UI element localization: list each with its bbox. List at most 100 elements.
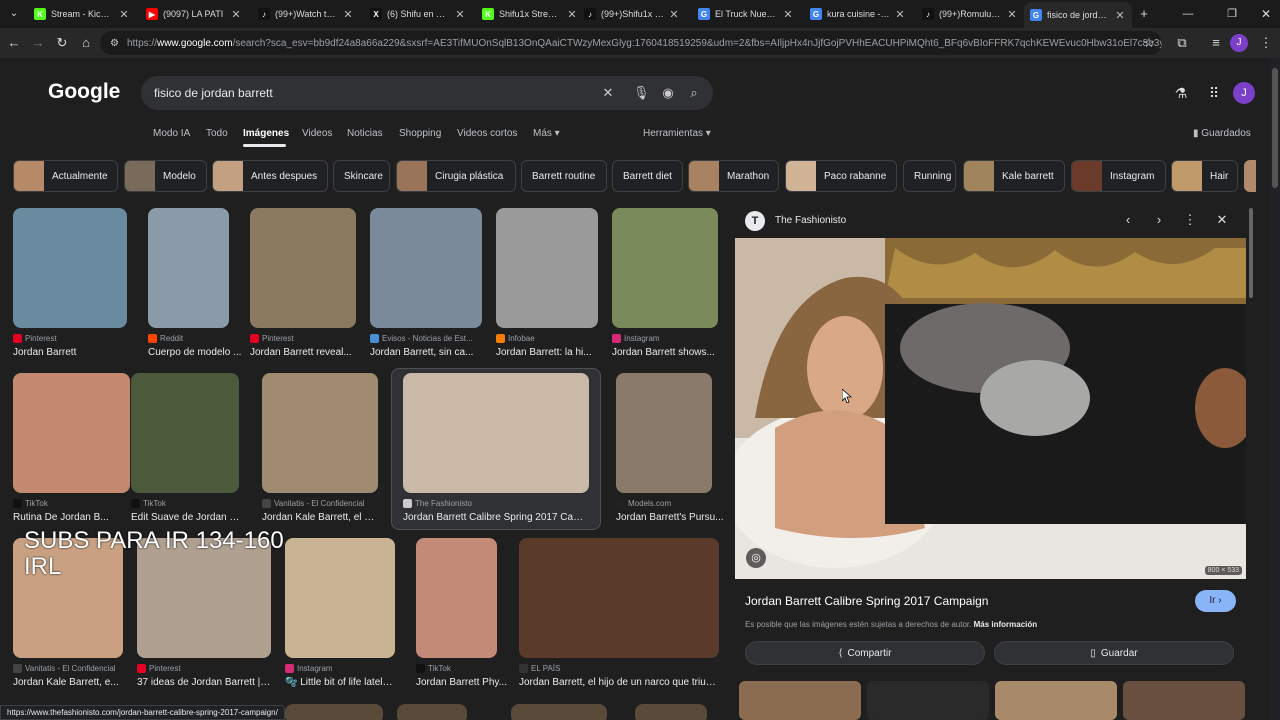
image-source[interactable]: Instagram — [612, 334, 660, 343]
browser-tab[interactable]: Gkura cuisine - Bus ✕ — [804, 2, 912, 26]
image-result[interactable] — [397, 704, 467, 720]
saved-button[interactable]: ▮ Guardados — [1193, 128, 1251, 139]
tab-close-icon[interactable]: ✕ — [1114, 9, 1126, 22]
extensions-icon[interactable]: ⧉ — [1172, 33, 1192, 53]
image-title[interactable]: 🫧 Little bit of life lately... — [285, 677, 395, 688]
image-source[interactable]: TikTok — [131, 499, 166, 508]
browser-tab[interactable]: ♪ (99+)Romulus Gra ✕ — [916, 2, 1024, 26]
tab-close-icon[interactable]: ✕ — [454, 8, 466, 21]
filter-short-videos[interactable]: Videos cortos — [457, 128, 517, 139]
image-result[interactable] — [612, 208, 718, 328]
lens-icon[interactable]: ◎ — [746, 548, 766, 568]
site-info-icon[interactable]: ⚙ — [110, 38, 119, 49]
browser-tab[interactable]: G El Truck Nuestro C ✕ — [692, 2, 800, 26]
image-source[interactable]: Infobae — [496, 334, 535, 343]
image-title[interactable]: 37 ideas de Jordan Barrett | ... — [137, 677, 271, 688]
search-icon[interactable]: ⌕ — [686, 85, 702, 101]
save-button[interactable]: ▯ Guardar — [994, 641, 1234, 665]
more-info-link[interactable]: Más información — [974, 620, 1038, 629]
next-image-icon[interactable]: › — [1150, 211, 1168, 229]
labs-icon[interactable]: ⚗ — [1170, 82, 1192, 104]
browser-tab[interactable]: ♪ (99+)Shifu1x (@sl ✕ — [578, 2, 686, 26]
image-source[interactable]: Instagram — [285, 664, 333, 673]
refinement-chip[interactable]: Antes despues — [212, 160, 328, 192]
image-title[interactable]: Jordan Barrett Phy... — [416, 677, 526, 688]
refinement-chip[interactable]: Cirugia plástica — [396, 160, 516, 192]
image-source[interactable]: EL PAÍS — [519, 664, 560, 673]
account-avatar[interactable]: J — [1233, 82, 1255, 104]
visit-button[interactable]: Ir › — [1195, 590, 1236, 612]
refinement-chip[interactable]: Barrett diet — [612, 160, 683, 192]
image-title[interactable]: Jordan Barrett: la hi... — [496, 347, 606, 358]
image-title[interactable]: Jordan Barrett's Pursu... — [616, 512, 726, 523]
refinement-chip[interactable]: Marathon — [688, 160, 779, 192]
tab-close-icon[interactable]: ✕ — [230, 8, 242, 21]
restore-icon[interactable]: ❐ — [1222, 4, 1242, 24]
forward-icon[interactable]: → — [28, 33, 48, 53]
image-result[interactable] — [635, 704, 707, 720]
google-logo[interactable]: Google — [48, 80, 120, 104]
tab-close-icon[interactable]: ✕ — [1006, 8, 1018, 21]
browser-tab[interactable]: K Stream - Kick Da ✕ — [28, 2, 136, 26]
address-bar[interactable]: ⚙ https://www.google.com/search?sca_esv=… — [100, 31, 1162, 55]
image-title[interactable]: Jordan Barrett, el hijo de un narco que … — [519, 677, 719, 688]
image-result[interactable] — [370, 208, 482, 328]
lens-search-icon[interactable]: ◉ — [660, 85, 676, 101]
tab-search-icon[interactable]: ⌄ — [4, 4, 24, 24]
image-source[interactable]: Vanitatis - El Confidencial — [262, 499, 365, 508]
search-query[interactable]: fisico de jordan barrett — [154, 86, 273, 100]
related-image[interactable] — [1123, 681, 1245, 720]
image-source[interactable]: Pinterest — [137, 664, 181, 673]
page-scrollbar[interactable] — [1270, 58, 1280, 720]
image-source[interactable]: Evisos - Noticias de Est... — [370, 334, 473, 343]
profile-avatar[interactable]: J — [1230, 34, 1248, 52]
minimize-icon[interactable]: — — [1178, 4, 1198, 24]
voice-search-icon[interactable]: 🎙 — [633, 85, 650, 101]
tab-close-icon[interactable]: ✕ — [782, 8, 794, 21]
bookmark-star-icon[interactable]: ☆ — [1139, 33, 1159, 53]
filter-videos[interactable]: Videos — [302, 128, 332, 139]
image-source[interactable]: The Fashionisto — [403, 499, 472, 508]
home-icon[interactable]: ⌂ — [76, 33, 96, 53]
browser-tab[interactable]: K Shifu1x Stream - \ ✕ — [476, 2, 584, 26]
refinement-chip[interactable]: Instagram — [1071, 160, 1166, 192]
filter-images[interactable]: Imágenes — [243, 128, 289, 139]
image-source[interactable]: Models.com — [616, 499, 671, 508]
image-source[interactable]: Pinterest — [250, 334, 294, 343]
image-result[interactable] — [148, 208, 229, 328]
filter-more[interactable]: Más ▾ — [533, 128, 560, 139]
chip-overflow[interactable] — [1244, 160, 1256, 192]
image-result[interactable] — [511, 704, 607, 720]
image-source[interactable]: Vanitatis - El Confidencial — [13, 664, 116, 673]
browser-tab[interactable]: Gfisico de jordan b ✕ — [1024, 2, 1132, 28]
image-source[interactable]: TikTok — [13, 499, 48, 508]
reading-list-icon[interactable]: ≡ — [1206, 33, 1226, 53]
clear-search-icon[interactable]: ✕ — [600, 85, 616, 101]
image-result[interactable] — [285, 704, 383, 720]
image-result[interactable] — [13, 208, 127, 328]
image-result[interactable] — [416, 538, 497, 658]
image-result[interactable] — [13, 373, 130, 493]
preview-source[interactable]: The Fashionisto — [775, 215, 846, 226]
tab-close-icon[interactable]: ✕ — [566, 8, 578, 21]
more-options-icon[interactable]: ⋮ — [1181, 211, 1199, 229]
image-result[interactable] — [616, 373, 712, 493]
image-result[interactable] — [262, 373, 378, 493]
refinement-chip[interactable]: Barrett routine — [521, 160, 607, 192]
preview-image[interactable]: 800 × 533 ◎ — [735, 238, 1246, 579]
image-source[interactable]: TikTok — [416, 664, 451, 673]
image-result[interactable] — [496, 208, 598, 328]
image-title[interactable]: Jordan Barrett — [13, 347, 127, 358]
image-title[interactable]: Edit Suave de Jordan B... — [131, 512, 241, 523]
window-close-icon[interactable]: ✕ — [1256, 4, 1276, 24]
related-image[interactable] — [867, 681, 989, 720]
browser-menu-icon[interactable]: ⋮ — [1256, 33, 1276, 53]
filter-ai-mode[interactable]: Modo IA — [153, 128, 190, 139]
back-icon[interactable]: ← — [4, 33, 24, 53]
filter-all[interactable]: Todo — [206, 128, 228, 139]
prev-image-icon[interactable]: ‹ — [1119, 211, 1137, 229]
refinement-chip[interactable]: Actualmente — [13, 160, 118, 192]
image-title[interactable]: Jordan Barrett Calibre Spring 2017 Campa… — [403, 512, 589, 523]
image-title[interactable]: Cuerpo de modelo ... — [148, 347, 258, 358]
image-title[interactable]: Jordan Barrett reveal... — [250, 347, 360, 358]
